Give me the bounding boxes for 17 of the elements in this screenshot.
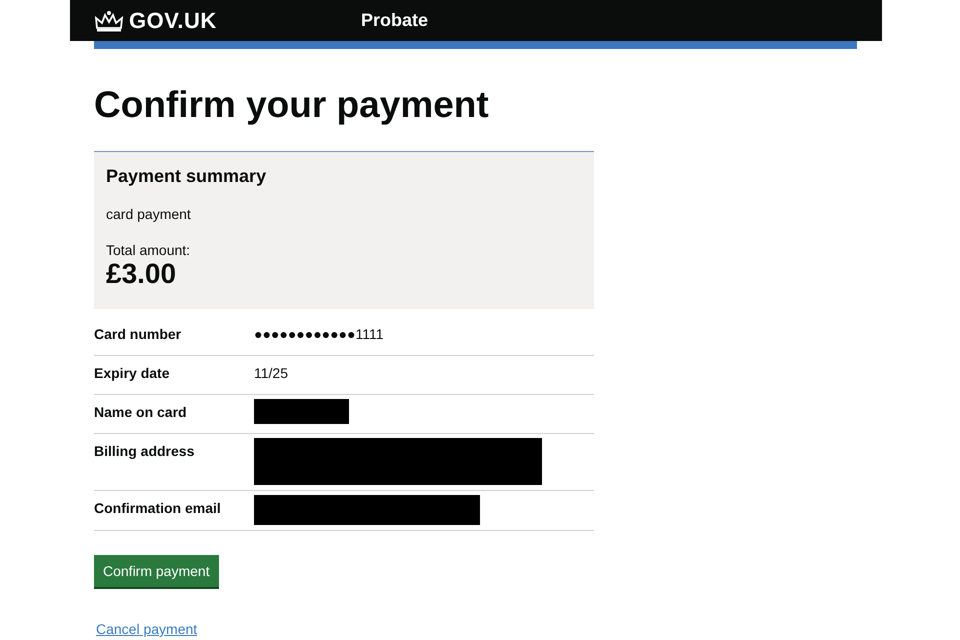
detail-label: Billing address xyxy=(94,443,196,461)
total-amount: £3.00 xyxy=(106,258,178,290)
gov-uk-logo[interactable]: GOV.UK xyxy=(129,8,217,34)
payment-description: card payment xyxy=(106,206,192,222)
detail-label: Confirmation email xyxy=(94,500,222,518)
page-heading: Confirm your payment xyxy=(94,83,490,127)
service-name[interactable]: Probate xyxy=(361,10,428,31)
summary-title: Payment summary xyxy=(106,166,268,187)
crown-icon xyxy=(94,10,124,32)
detail-label: Expiry date xyxy=(94,365,170,383)
cancel-payment-link[interactable]: Cancel payment xyxy=(96,621,198,637)
total-label: Total amount: xyxy=(106,242,192,258)
detail-value: 11/25 xyxy=(254,365,288,383)
detail-label: Name on card xyxy=(94,404,188,422)
detail-label: Card number xyxy=(94,326,182,344)
detail-value: ●●●●●●●●●●●●1111 xyxy=(254,326,384,344)
confirm-payment-button[interactable]: Confirm payment xyxy=(94,555,219,587)
